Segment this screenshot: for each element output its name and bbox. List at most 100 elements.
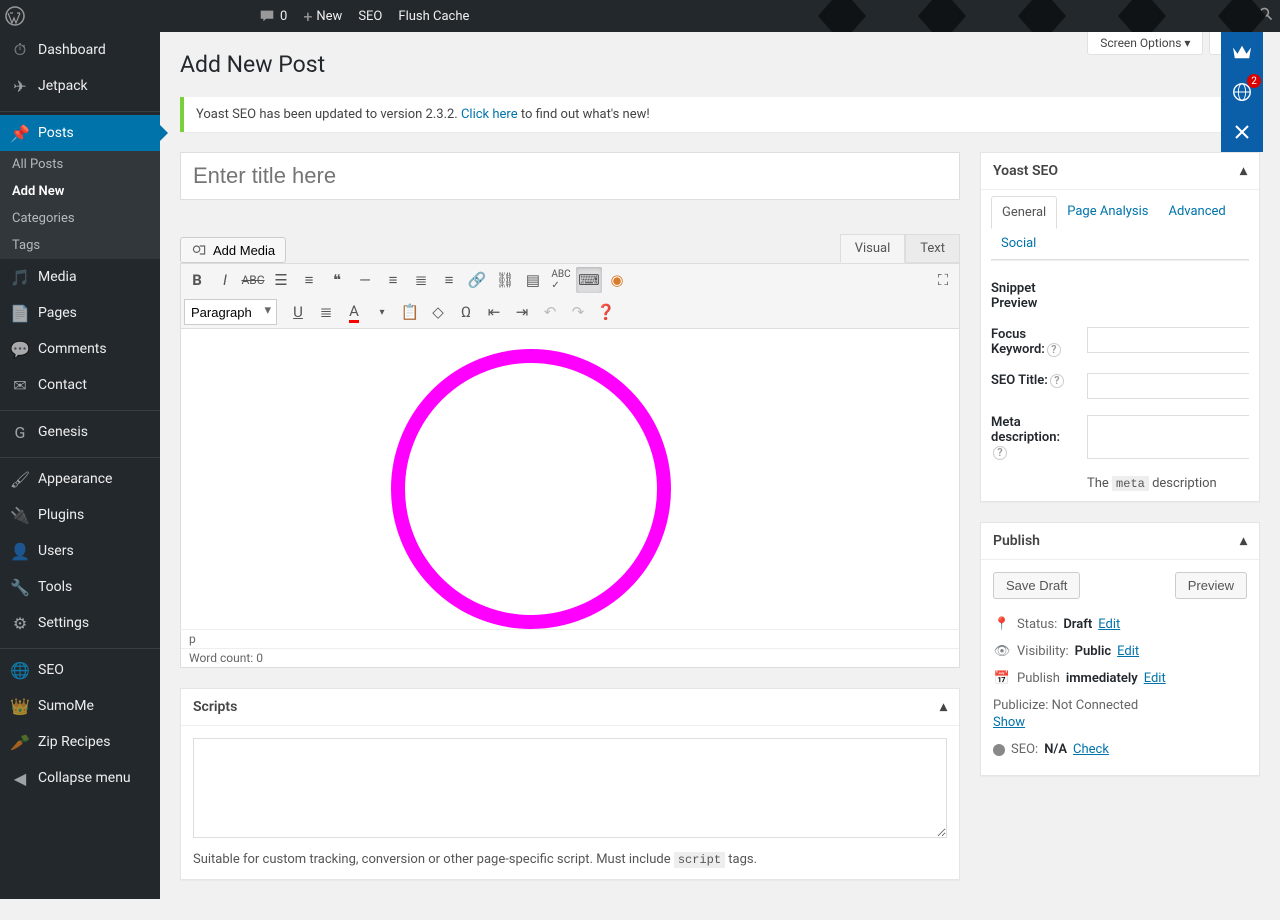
- clear-format-icon[interactable]: ◇: [425, 299, 451, 325]
- pin-icon: 📌: [10, 123, 30, 143]
- snippet-preview-label: Snippet Preview: [991, 281, 1079, 311]
- sidebar-sub-categories[interactable]: Categories: [0, 205, 160, 232]
- link-icon[interactable]: 🔗: [464, 267, 490, 293]
- sidebar-item-sumome[interactable]: 👑SumoMe: [0, 688, 160, 724]
- sidebar-item-zip-recipes[interactable]: 🥕Zip Recipes: [0, 724, 160, 760]
- help-icon[interactable]: ?: [1047, 343, 1061, 357]
- yoast-tab-general[interactable]: General: [991, 196, 1057, 229]
- special-char-icon[interactable]: Ω: [453, 299, 479, 325]
- sumome-notifications[interactable]: 2: [1221, 72, 1263, 112]
- text-color-dropdown-icon[interactable]: ▾: [369, 299, 395, 325]
- save-draft-button[interactable]: Save Draft: [993, 572, 1080, 599]
- editor-content[interactable]: [180, 329, 960, 629]
- new-link[interactable]: + New: [295, 0, 350, 32]
- strike-icon[interactable]: ABC: [240, 267, 266, 293]
- hr-icon[interactable]: —: [352, 267, 378, 293]
- sidebar-item-label: Plugins: [38, 507, 84, 523]
- sidebar-item-label: Media: [38, 269, 77, 285]
- collapse-menu[interactable]: ◀Collapse menu: [0, 760, 160, 796]
- help-icon[interactable]: ?: [993, 446, 1007, 460]
- screen-options-button[interactable]: Screen Options ▾: [1087, 32, 1203, 55]
- focus-keyword-input[interactable]: [1087, 327, 1249, 353]
- sumome-crown-icon[interactable]: [1221, 32, 1263, 72]
- italic-icon[interactable]: I: [212, 267, 238, 293]
- sidebar-item-dashboard[interactable]: ⏱Dashboard: [0, 32, 160, 68]
- preview-button[interactable]: Preview: [1175, 572, 1247, 599]
- yoast-tab-advanced[interactable]: Advanced: [1158, 196, 1235, 228]
- sidebar-item-appearance[interactable]: 🖌Appearance: [0, 461, 160, 497]
- pin-icon: 📍: [993, 617, 1011, 632]
- sidebar-item-media[interactable]: 🎵Media: [0, 259, 160, 295]
- sidebar-sub-add-new[interactable]: Add New: [0, 178, 160, 205]
- sidebar-sub-tags[interactable]: Tags: [0, 232, 160, 259]
- scripts-textarea[interactable]: [193, 738, 947, 838]
- sumome-toolbar-icon[interactable]: ◉: [604, 267, 630, 293]
- redo-icon[interactable]: ↷: [565, 299, 591, 325]
- sidebar-item-label: Users: [38, 543, 74, 559]
- edit-status-link[interactable]: Edit: [1098, 617, 1120, 632]
- seo-link[interactable]: SEO: [350, 0, 390, 32]
- visual-tab[interactable]: Visual: [840, 234, 906, 263]
- sidebar-item-jetpack[interactable]: ✈Jetpack: [0, 68, 160, 104]
- sumome-panel: 2: [1221, 32, 1263, 152]
- sumome-close[interactable]: [1221, 112, 1263, 152]
- sidebar-item-plugins[interactable]: 🔌Plugins: [0, 497, 160, 533]
- sidebar-item-posts[interactable]: 📌Posts: [0, 115, 160, 151]
- sidebar-item-seo[interactable]: 🌐SEO: [0, 652, 160, 688]
- sidebar-item-comments[interactable]: 💬Comments: [0, 331, 160, 367]
- format-select[interactable]: Paragraph: [184, 299, 277, 325]
- sidebar-item-users[interactable]: 👤Users: [0, 533, 160, 569]
- sidebar-item-genesis[interactable]: GGenesis: [0, 414, 160, 450]
- fullscreen-icon[interactable]: ⛶: [930, 267, 956, 293]
- add-media-button[interactable]: Add Media: [180, 237, 286, 263]
- justify-icon[interactable]: ≣: [313, 299, 339, 325]
- yoast-tab-page-analysis[interactable]: Page Analysis: [1057, 196, 1158, 228]
- yoast-tab-social[interactable]: Social: [991, 228, 1046, 259]
- publicize-show-link[interactable]: Show: [993, 715, 1025, 730]
- sidebar-sub-all-posts[interactable]: All Posts: [0, 151, 160, 178]
- yoast-metabox-toggle[interactable]: Yoast SEO ▴: [981, 153, 1259, 190]
- spellcheck-icon[interactable]: ABC✓: [548, 267, 574, 293]
- edit-schedule-link[interactable]: Edit: [1144, 671, 1166, 686]
- seo-title-input[interactable]: [1087, 373, 1249, 399]
- edit-visibility-link[interactable]: Edit: [1117, 644, 1139, 659]
- paste-text-icon[interactable]: 📋: [397, 299, 423, 325]
- align-left-icon[interactable]: ≡: [380, 267, 406, 293]
- more-icon[interactable]: ▤: [520, 267, 546, 293]
- text-color-icon[interactable]: A: [341, 299, 367, 325]
- publicize-status: Publicize: Not Connected: [993, 698, 1138, 713]
- sidebar-item-pages[interactable]: 📄Pages: [0, 295, 160, 331]
- sidebar-item-label: Settings: [38, 615, 89, 631]
- bold-icon[interactable]: B: [184, 267, 210, 293]
- bullet-list-icon[interactable]: ☰: [268, 267, 294, 293]
- align-center-icon[interactable]: ≣: [408, 267, 434, 293]
- sidebar-item-tools[interactable]: 🔧Tools: [0, 569, 160, 605]
- text-tab[interactable]: Text: [905, 234, 960, 263]
- scripts-metabox-toggle[interactable]: Scripts ▴: [181, 689, 959, 726]
- publish-metabox-toggle[interactable]: Publish ▴: [981, 523, 1259, 560]
- kitchen-sink-icon[interactable]: ⌨: [576, 267, 602, 293]
- element-path: p: [181, 630, 959, 649]
- underline-icon[interactable]: U: [285, 299, 311, 325]
- main-content: Screen Options ▾ Help Add New Post Yoast…: [160, 32, 1280, 920]
- wp-logo[interactable]: [0, 0, 30, 32]
- outdent-icon[interactable]: ⇤: [481, 299, 507, 325]
- help-icon[interactable]: ?: [1050, 374, 1064, 388]
- seo-check-link[interactable]: Check: [1073, 742, 1109, 757]
- undo-icon[interactable]: ↶: [537, 299, 563, 325]
- flush-cache-link[interactable]: Flush Cache: [390, 0, 477, 32]
- comments-link[interactable]: 0: [250, 0, 295, 32]
- help-icon[interactable]: ❓: [593, 299, 619, 325]
- post-title-input[interactable]: [180, 152, 960, 200]
- unlink-icon[interactable]: ⛓: [492, 267, 518, 293]
- sidebar-item-contact[interactable]: ✉Contact: [0, 367, 160, 403]
- admin-bar: 0 + New SEO Flush Cache: [0, 0, 1280, 32]
- sidebar-item-settings[interactable]: ⚙Settings: [0, 605, 160, 641]
- number-list-icon[interactable]: ≡: [296, 267, 322, 293]
- align-right-icon[interactable]: ≡: [436, 267, 462, 293]
- notice-link[interactable]: Click here: [461, 107, 518, 122]
- editor-toolbar: B I ABC ☰ ≡ ❝ — ≡ ≣ ≡ 🔗 ⛓ ▤ ABC✓ ⌨ ◉: [180, 263, 960, 329]
- meta-description-input[interactable]: [1087, 415, 1249, 459]
- quote-icon[interactable]: ❝: [324, 267, 350, 293]
- indent-icon[interactable]: ⇥: [509, 299, 535, 325]
